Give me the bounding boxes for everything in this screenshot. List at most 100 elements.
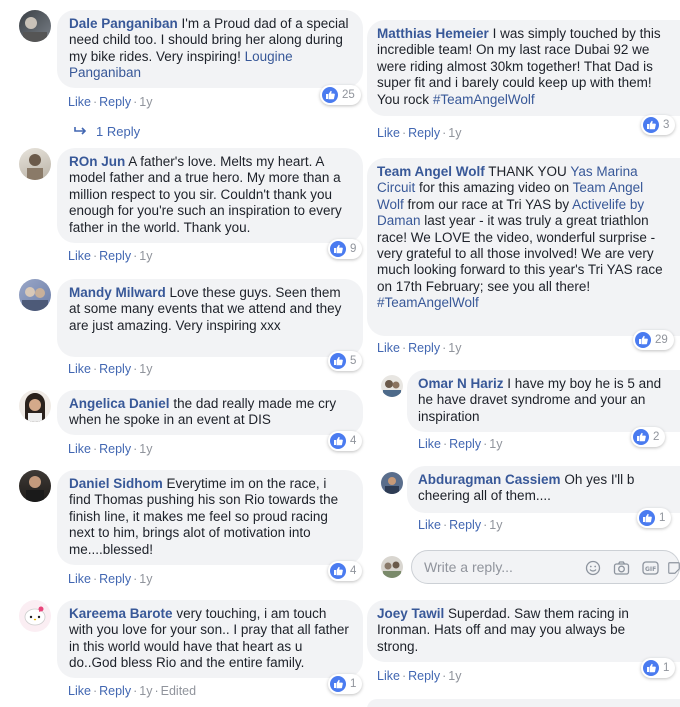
timestamp[interactable]: 1y	[139, 442, 152, 456]
thumbs-up-icon	[330, 433, 346, 449]
separator: ·	[442, 518, 448, 532]
comment-author[interactable]: Abduragman Cassiem	[418, 472, 561, 487]
reaction-count[interactable]: 9	[328, 239, 363, 259]
comment-author[interactable]: Daniel Sidhom	[69, 476, 163, 491]
like-link[interactable]: Like	[377, 341, 400, 355]
reaction-count[interactable]: 2	[631, 427, 666, 447]
timestamp[interactable]: 1y	[489, 437, 502, 451]
separator: ·	[92, 95, 98, 109]
avatar[interactable]	[19, 10, 51, 42]
like-link[interactable]: Like	[377, 669, 400, 683]
timestamp[interactable]: 1y	[139, 249, 152, 263]
avatar[interactable]	[19, 148, 51, 180]
thumbs-up-icon	[322, 87, 338, 103]
separator: ·	[92, 442, 98, 456]
comment-actions: Like · Reply · 1y	[68, 572, 152, 586]
reaction-number: 1	[659, 512, 666, 524]
comment-author[interactable]: Dale Panganiban	[69, 16, 178, 31]
comment-author[interactable]: Matthias Hemeier	[377, 26, 489, 41]
comment-author[interactable]: Mandy Milward	[69, 285, 166, 300]
comment-text: from our race at Tri YAS by	[407, 196, 570, 212]
comment-author[interactable]: Omar N Hariz	[418, 376, 504, 391]
avatar[interactable]	[19, 279, 51, 311]
reaction-count[interactable]: 1	[328, 674, 363, 694]
timestamp[interactable]: 1y	[448, 341, 461, 355]
svg-text:GIF: GIF	[645, 566, 656, 573]
hashtag-link[interactable]: #TeamAngelWolf	[377, 295, 479, 310]
reply-link[interactable]: Reply	[99, 442, 131, 456]
comment-author[interactable]: Kareema Barote	[69, 606, 173, 621]
reply-link[interactable]: Reply	[408, 669, 440, 683]
reply-link[interactable]: Reply	[99, 362, 131, 376]
comment-author[interactable]: ROn Jun	[69, 154, 125, 169]
reaction-count[interactable]: 1	[637, 508, 672, 528]
reaction-count[interactable]: 1	[641, 658, 676, 678]
like-link[interactable]: Like	[68, 442, 91, 456]
view-replies-link[interactable]: 1 Reply	[74, 124, 140, 139]
reaction-number: 2	[653, 431, 660, 443]
reaction-count[interactable]: 4	[328, 561, 363, 581]
comment-bubble: Dale Panganiban I'm a Proud dad of a spe…	[57, 10, 363, 88]
like-link[interactable]: Like	[68, 95, 91, 109]
reply-link[interactable]: Reply	[408, 126, 440, 140]
sticker-icon[interactable]	[667, 559, 680, 577]
like-link[interactable]: Like	[68, 249, 91, 263]
timestamp[interactable]: 1y	[139, 572, 152, 586]
avatar[interactable]	[381, 472, 403, 494]
reaction-number: 4	[350, 565, 357, 577]
avatar-image	[26, 476, 44, 502]
timestamp[interactable]: 1y	[139, 684, 152, 698]
timestamp[interactable]: 1y	[448, 669, 461, 683]
reply-link[interactable]: Reply	[408, 341, 440, 355]
comment-bubble: Abduragman Cassiem Oh yes I'll b cheerin…	[407, 466, 680, 513]
comment-author[interactable]: Angelica Daniel	[69, 396, 170, 411]
avatar[interactable]	[19, 390, 51, 422]
timestamp[interactable]: 1y	[139, 95, 152, 109]
reply-input[interactable]	[424, 559, 574, 575]
timestamp[interactable]: 1y	[139, 362, 152, 376]
thumbs-up-icon	[330, 241, 346, 257]
comment-actions: Like · Reply · 1y	[418, 437, 502, 451]
like-link[interactable]: Like	[68, 362, 91, 376]
reaction-count[interactable]: 5	[328, 351, 363, 371]
reaction-count[interactable]: 3	[641, 115, 676, 135]
like-link[interactable]: Like	[68, 684, 91, 698]
comment-author[interactable]: Joey Tawil	[377, 606, 444, 621]
like-link[interactable]: Like	[377, 126, 400, 140]
avatar[interactable]	[19, 600, 51, 632]
timestamp[interactable]: 1y	[448, 126, 461, 140]
hashtag-link[interactable]: #TeamAngelWolf	[433, 92, 535, 107]
gif-icon[interactable]: GIF	[641, 559, 659, 577]
reaction-count[interactable]: 29	[633, 330, 674, 350]
reply-link[interactable]: Reply	[449, 437, 481, 451]
reaction-number: 29	[655, 334, 668, 346]
thumbs-up-icon	[643, 660, 659, 676]
reaction-count[interactable]: 4	[328, 431, 363, 451]
reaction-count[interactable]: 25	[320, 85, 361, 105]
like-link[interactable]: Like	[418, 518, 441, 532]
avatar-image	[383, 561, 401, 578]
reply-link[interactable]: Reply	[99, 684, 131, 698]
timestamp[interactable]: 1y	[489, 518, 502, 532]
camera-icon[interactable]	[612, 559, 630, 577]
reply-link[interactable]: Reply	[99, 572, 131, 586]
comment-author[interactable]: Team Angel Wolf	[377, 164, 485, 179]
avatar-image	[385, 477, 399, 494]
comment-text: THANK YOU	[488, 164, 567, 179]
separator: ·	[401, 669, 407, 683]
reply-link[interactable]: Reply	[99, 95, 131, 109]
comment-actions: Like · Reply · 1y	[68, 249, 152, 263]
like-link[interactable]: Like	[418, 437, 441, 451]
reply-link[interactable]: Reply	[99, 249, 131, 263]
thumbs-up-icon	[635, 332, 651, 348]
separator: ·	[92, 362, 98, 376]
avatar-image	[22, 287, 48, 311]
separator: ·	[92, 684, 98, 698]
avatar[interactable]	[19, 470, 51, 502]
avatar[interactable]	[381, 375, 403, 397]
comment-actions: Like · Reply · 1y	[418, 518, 502, 532]
reply-link[interactable]: Reply	[449, 518, 481, 532]
reaction-number: 9	[350, 243, 357, 255]
like-link[interactable]: Like	[68, 572, 91, 586]
emoji-icon[interactable]	[584, 559, 602, 577]
